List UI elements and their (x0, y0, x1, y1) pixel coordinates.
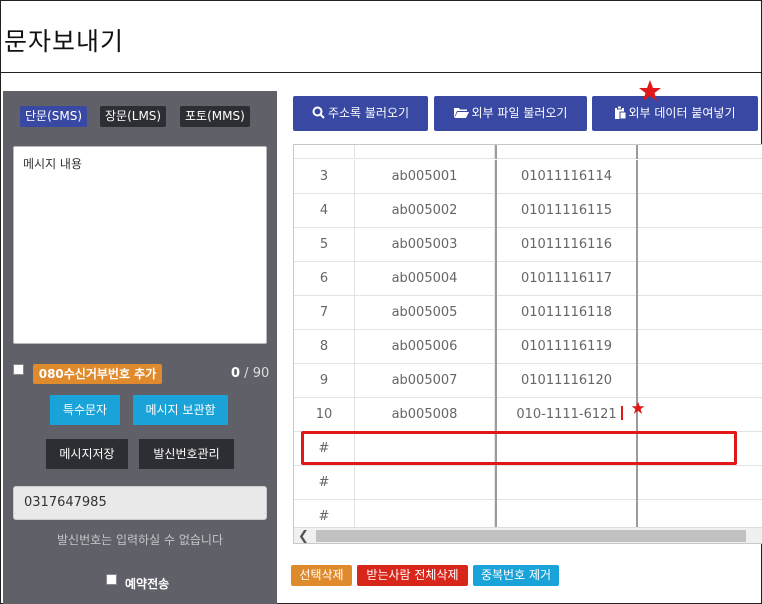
table-row[interactable]: # (294, 466, 762, 500)
row-number: 7 (294, 296, 355, 330)
table-row[interactable]: 5 ab005003 01011116116 (294, 228, 762, 262)
row-number: 9 (294, 364, 355, 398)
table-row[interactable]: 9 ab005007 01011116120 (294, 364, 762, 398)
row-phone[interactable]: 01011116118 (495, 296, 638, 330)
scrollbar-thumb[interactable] (316, 530, 746, 542)
address-book-label: 주소록 불러오기 (327, 106, 410, 120)
sender-hint: 발신번호는 입력하실 수 없습니다 (56, 533, 223, 547)
tab-sms[interactable]: 단문(SMS) (20, 106, 88, 127)
optout-number-button[interactable]: 080수신거부번호 추가 (33, 364, 162, 384)
reserve-checkbox[interactable] (106, 574, 117, 585)
optout-checkbox[interactable] (13, 364, 24, 375)
horizontal-scrollbar[interactable]: ❮ (294, 527, 762, 543)
row-id: ab005006 (355, 330, 495, 364)
row-id: ab005007 (355, 364, 495, 398)
row-id: ab005008 (355, 398, 495, 432)
delete-selected-button[interactable]: 선택삭제 (291, 565, 352, 586)
row-phone[interactable]: 01011116114 (495, 160, 638, 194)
page-title: 문자보내기 (4, 27, 125, 56)
message-textarea[interactable]: 메시지 내용 (13, 146, 267, 344)
row-phone[interactable] (495, 466, 638, 500)
paste-external-label: 외부 데이터 붙여넣기 (628, 106, 736, 120)
row-number: 3 (294, 160, 355, 194)
row-id: ab005003 (355, 228, 495, 262)
table-row[interactable]: 7 ab005005 01011116118 (294, 296, 762, 330)
star-marker-icon (631, 401, 645, 414)
page-header: 문자보내기 (0, 0, 762, 73)
row-number: # (294, 466, 355, 500)
scroll-left-icon[interactable]: ❮ (298, 528, 309, 543)
byte-counter-max: / 90 (240, 366, 270, 381)
row-phone[interactable]: 01011116120 (495, 364, 638, 398)
row-number: 5 (294, 228, 355, 262)
table-row[interactable]: 8 ab005006 01011116119 (294, 330, 762, 364)
reserve-label: 예약전송 (125, 577, 170, 591)
save-message-button[interactable]: 메시지저장 (46, 439, 128, 469)
row-id (355, 466, 495, 500)
row-id: ab005000 (355, 145, 495, 159)
row-number: 10 (294, 398, 355, 432)
folder-open-icon (453, 108, 469, 118)
row-number: 6 (294, 262, 355, 296)
row-id: ab005005 (355, 296, 495, 330)
clipboard-icon (614, 105, 626, 120)
table-row[interactable]: 10 ab005008 010-1111-6121 (294, 398, 762, 432)
byte-counter: 0 / 90 (231, 366, 269, 381)
search-icon (312, 106, 325, 119)
row-phone[interactable]: 01011116119 (495, 330, 638, 364)
row-id: ab005001 (355, 160, 495, 194)
highlight-empty-row (301, 431, 737, 465)
row-phone[interactable]: 010-1111-6121 (495, 398, 638, 432)
external-file-label: 외부 파일 불러오기 (471, 106, 568, 120)
address-book-button[interactable]: 주소록 불러오기 (293, 96, 428, 131)
row-number: 2 (294, 145, 355, 159)
special-chars-button[interactable]: 특수문자 (50, 395, 120, 425)
sender-manage-button[interactable]: 발신번호관리 (139, 439, 234, 469)
row-phone[interactable]: 01011116116 (495, 228, 638, 262)
row-number: 8 (294, 330, 355, 364)
compose-panel: 단문(SMS) 장문(LMS) 포토(MMS) 메시지 내용 080수신거부번호… (3, 91, 277, 604)
row-phone[interactable]: 01011116115 (495, 194, 638, 228)
table-row[interactable]: 3 ab005001 01011116114 (294, 160, 762, 194)
table-row[interactable]: 4 ab005002 01011116115 (294, 194, 762, 228)
remove-duplicates-button[interactable]: 중복번호 제거 (473, 565, 559, 586)
delete-all-recipients-button[interactable]: 받는사람 전체삭제 (357, 565, 468, 586)
row-phone[interactable]: 01011116113 (495, 145, 638, 159)
tab-lms[interactable]: 장문(LMS) (100, 106, 167, 127)
row-id: ab005002 (355, 194, 495, 228)
sender-number-field[interactable]: 0317647985 (13, 486, 267, 520)
row-phone[interactable]: 01011116117 (495, 262, 638, 296)
recipient-grid: 2 ab005000 01011116113 3 ab005001 010111… (293, 144, 762, 544)
star-marker-icon (639, 80, 661, 101)
text-cursor-marker (621, 406, 623, 420)
message-box-button[interactable]: 메시지 보관함 (133, 395, 228, 425)
row-id: ab005004 (355, 262, 495, 296)
row-number: 4 (294, 194, 355, 228)
table-row[interactable]: 2 ab005000 01011116113 (294, 145, 762, 159)
byte-counter-current: 0 (231, 366, 241, 381)
tab-mms[interactable]: 포토(MMS) (180, 106, 250, 127)
paste-external-button[interactable]: 외부 데이터 붙여넣기 (592, 96, 758, 131)
external-file-button[interactable]: 외부 파일 불러오기 (434, 96, 587, 131)
message-placeholder: 메시지 내용 (23, 157, 83, 171)
table-row[interactable]: 6 ab005004 01011116117 (294, 262, 762, 296)
